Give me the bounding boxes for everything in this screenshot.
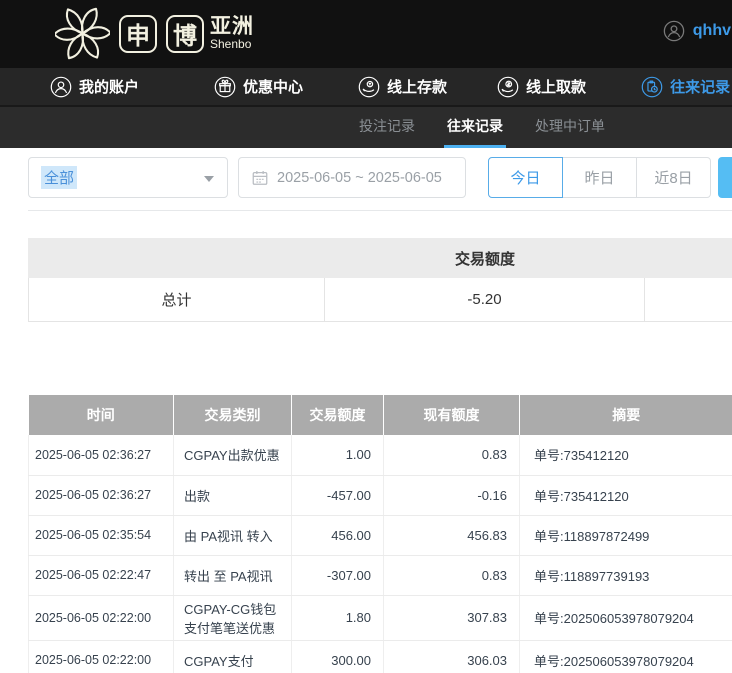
table-row: 2025-06-05 02:35:54由 PA视讯 转入456.00456.83… — [29, 515, 732, 555]
quick-button-0[interactable]: 今日 — [488, 157, 563, 198]
tab-1[interactable]: 往来记录 — [444, 107, 506, 148]
type-filter-select[interactable]: 全部 — [28, 157, 228, 198]
summary-total-label: 总计 — [28, 278, 325, 321]
calendar-icon — [251, 169, 269, 187]
cell-balance: 456.83 — [384, 515, 520, 555]
quick-date-buttons: 今日昨日近8日 — [488, 157, 711, 198]
cell-amount: -307.00 — [292, 555, 384, 595]
user-account[interactable]: qhhv — [663, 20, 732, 42]
tab-2[interactable]: 处理中订单 — [532, 107, 608, 148]
user-icon — [50, 76, 72, 98]
date-range-input[interactable]: 2025-06-05 ~ 2025-06-05 — [238, 157, 466, 198]
cell-summary: 单号:202506053978079204 — [520, 640, 732, 673]
chevron-down-icon — [204, 176, 214, 182]
summary-total-value: -5.20 — [325, 278, 645, 321]
cell-time: 2025-06-05 02:36:27 — [29, 475, 174, 515]
cell-summary: 单号:118897872499 — [520, 515, 732, 555]
type-filter-value: 全部 — [41, 166, 77, 189]
logo-region-text: 亚洲 — [210, 16, 254, 38]
cell-summary: 单号:202506053978079204 — [520, 595, 732, 640]
nav-item-deposit[interactable]: 线上存款 — [358, 76, 447, 98]
quick-button-1[interactable]: 昨日 — [562, 157, 637, 198]
summary-header-row: 交易额度 — [28, 238, 732, 278]
cell-type: 转出 至 PA视讯 — [174, 555, 292, 595]
col-header: 摘要 — [520, 395, 732, 435]
topbar: 申 博 亚洲 Shenbo qhhv — [0, 0, 732, 68]
divider — [28, 210, 732, 211]
col-header: 时间 — [29, 395, 174, 435]
cell-time: 2025-06-05 02:22:00 — [29, 595, 174, 640]
logo-char-shen: 申 — [119, 15, 157, 53]
date-range-value: 2025-06-05 ~ 2025-06-05 — [277, 170, 442, 186]
content: 全部 2025-06-05 ~ 2025-06-05 今日昨日近8日 交易额度 — [0, 148, 732, 673]
cell-amount: 300.00 — [292, 640, 384, 673]
cell-summary: 单号:735412120 — [520, 435, 732, 475]
logo-wordmark: 亚洲 Shenbo — [210, 16, 254, 51]
cell-time: 2025-06-05 02:35:54 — [29, 515, 174, 555]
col-header: 交易额度 — [292, 395, 384, 435]
cell-balance: 0.83 — [384, 555, 520, 595]
nav-item-label: 线上存款 — [387, 76, 447, 97]
cell-balance: -0.16 — [384, 475, 520, 515]
nav-item-label: 线上取款 — [526, 76, 586, 97]
username: qhhv — [693, 22, 732, 40]
logo-subtitle-text: Shenbo — [210, 38, 254, 51]
flower-logo-icon — [55, 6, 110, 61]
records-icon — [641, 76, 663, 98]
search-button[interactable] — [718, 157, 732, 198]
cell-type: 出款 — [174, 475, 292, 515]
page: 申 博 亚洲 Shenbo qhhv 我的账户优惠中心线上存款线上取款往来记录 … — [0, 0, 732, 673]
logo[interactable]: 申 博 亚洲 Shenbo — [55, 6, 254, 61]
deposit-icon — [358, 76, 380, 98]
cell-balance: 306.03 — [384, 640, 520, 673]
summary-header-label: 交易额度 — [325, 238, 645, 278]
transactions-table: 时间交易类别交易额度现有额度摘要 2025-06-05 02:36:27CGPA… — [28, 395, 732, 673]
cell-time: 2025-06-05 02:22:00 — [29, 640, 174, 673]
cell-amount: 1.00 — [292, 435, 384, 475]
cell-time: 2025-06-05 02:22:47 — [29, 555, 174, 595]
cell-summary: 单号:735412120 — [520, 475, 732, 515]
cell-type: 由 PA视讯 转入 — [174, 515, 292, 555]
cell-balance: 0.83 — [384, 435, 520, 475]
nav-item-label: 我的账户 — [79, 76, 139, 97]
table-row: 2025-06-05 02:22:47转出 至 PA视讯-307.000.83单… — [29, 555, 732, 595]
withdraw-icon — [497, 76, 519, 98]
table-row: 2025-06-05 02:36:27CGPAY出款优惠1.000.83单号:7… — [29, 435, 732, 475]
cell-time: 2025-06-05 02:36:27 — [29, 435, 174, 475]
col-header: 交易类别 — [174, 395, 292, 435]
nav-item-user[interactable]: 我的账户 — [50, 76, 139, 98]
table-header-row: 时间交易类别交易额度现有额度摘要 — [29, 395, 732, 435]
tx-table-body: 2025-06-05 02:36:27CGPAY出款优惠1.000.83单号:7… — [29, 435, 732, 673]
summary-empty-cell — [645, 278, 732, 321]
nav-item-records[interactable]: 往来记录 — [641, 76, 730, 98]
sub-nav: 投注记录往来记录处理中订单 — [0, 107, 732, 148]
logo-char-bo: 博 — [166, 15, 204, 53]
table-row: 2025-06-05 02:22:00CGPAY支付300.00306.03单号… — [29, 640, 732, 673]
table-row: 2025-06-05 02:22:00CGPAY-CG钱包支付笔笔送优惠1.80… — [29, 595, 732, 640]
gift-icon — [214, 76, 236, 98]
summary-total-row: 总计 -5.20 — [28, 278, 732, 322]
table-row: 2025-06-05 02:36:27出款-457.00-0.16单号:7354… — [29, 475, 732, 515]
nav-item-label: 往来记录 — [670, 76, 730, 97]
col-header: 现有额度 — [384, 395, 520, 435]
cell-balance: 307.83 — [384, 595, 520, 640]
tab-0[interactable]: 投注记录 — [356, 107, 418, 148]
main-nav: 我的账户 优惠中心 线上存款 线上取款 往来记录 — [0, 68, 732, 107]
cell-summary: 单号:118897739193 — [520, 555, 732, 595]
cell-type: CGPAY出款优惠 — [174, 435, 292, 475]
cell-type: CGPAY支付 — [174, 640, 292, 673]
nav-item-label: 优惠中心 — [243, 76, 303, 97]
cell-amount: -457.00 — [292, 475, 384, 515]
user-avatar-icon — [663, 20, 685, 42]
cell-amount: 1.80 — [292, 595, 384, 640]
nav-item-gift[interactable]: 优惠中心 — [214, 76, 303, 98]
cell-type: CGPAY-CG钱包支付笔笔送优惠 — [174, 595, 292, 640]
nav-item-withdraw[interactable]: 线上取款 — [497, 76, 586, 98]
cell-amount: 456.00 — [292, 515, 384, 555]
summary-table: 交易额度 总计 -5.20 — [28, 238, 732, 322]
quick-button-2[interactable]: 近8日 — [636, 157, 711, 198]
